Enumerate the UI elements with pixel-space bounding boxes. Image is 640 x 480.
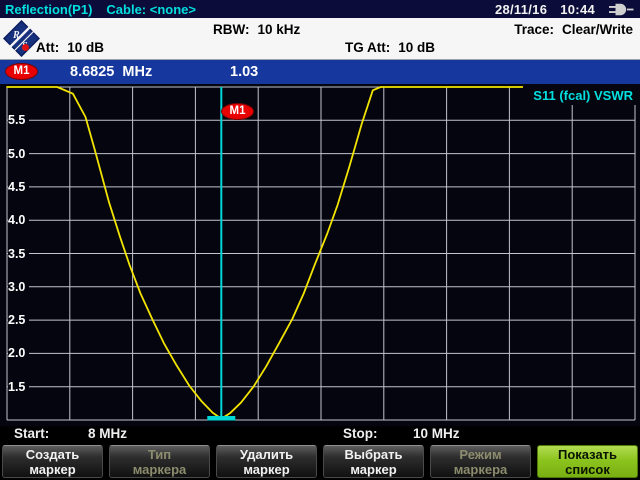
start-value: 8 MHz <box>88 426 128 441</box>
softkey-create-marker[interactable]: Создать маркер <box>2 445 103 478</box>
y-axis-tick-label: 1.5 <box>8 378 30 395</box>
y-axis-tick-label: 2.5 <box>8 312 30 329</box>
softkey-label-line1: Режим <box>459 446 502 462</box>
softkey-marker-type[interactable]: Тип маркера <box>109 445 210 478</box>
start-label: Start: <box>14 426 50 441</box>
measurement-title: Reflection(P1) <box>5 1 93 17</box>
titlebar-right: 28/11/16 10:44 <box>495 2 635 17</box>
softkey-label-line1: Создать <box>25 446 80 462</box>
softkey-select-marker[interactable]: Выбрать маркер <box>323 445 424 478</box>
y-axis-tick-label: 3.0 <box>8 278 30 295</box>
tg-attenuation-setting: TG Att: 10 dB <box>345 40 435 55</box>
softkey-label-line1: Показать <box>557 446 618 462</box>
cable-status: Cable: <none> <box>106 1 196 17</box>
y-axis-tick-label: 4.5 <box>8 178 30 195</box>
marker-value-readout: 1.03 <box>230 64 259 80</box>
att-label: Att: <box>36 40 60 55</box>
stop-value: 10 MHz <box>413 426 460 441</box>
chart-canvas <box>6 86 636 421</box>
y-axis-tick-label: 5.0 <box>8 145 30 162</box>
y-axis-tick-label: 5.5 <box>8 112 30 129</box>
marker-position-tick <box>207 416 236 421</box>
y-axis-tick-label: 2.0 <box>8 345 30 362</box>
rbw-setting: RBW: 10 kHz <box>213 22 300 37</box>
y-axis-tick-label: 4.0 <box>8 212 30 229</box>
marker-name: M1 <box>13 65 30 77</box>
rbw-label: RBW: <box>213 22 250 37</box>
marker-flag-text: M1 <box>229 105 246 117</box>
softkey-label-line2: маркер <box>29 461 76 477</box>
softkey-label-line2: маркер <box>243 461 290 477</box>
softkey-marker-mode[interactable]: Режим маркера <box>430 445 531 478</box>
marker-m1-flag[interactable]: M1 <box>221 103 254 120</box>
trace-setting: Trace: Clear/Write <box>514 22 633 37</box>
tg-att-value: 10 dB <box>398 40 435 55</box>
softkey-label-line1: Удалить <box>239 446 294 462</box>
softkey-label-line2: маркера <box>132 461 187 477</box>
softkey-label-line1: Выбрать <box>344 446 403 462</box>
settings-header: R S RBW: 10 kHz Trace: Clear/Write Att: … <box>0 18 640 60</box>
softkey-bar: Создать маркер Тип маркера Удалить марке… <box>0 443 640 480</box>
softkey-delete-marker[interactable]: Удалить маркер <box>216 445 317 478</box>
y-axis-tick-label: 3.5 <box>8 245 30 262</box>
marker-frequency-readout: 8.6825 MHz <box>70 64 153 80</box>
trace-label: Trace: <box>514 22 554 37</box>
frequency-range-bar: Start: 8 MHz Stop: 10 MHz <box>0 426 640 443</box>
tg-att-label: TG Att: <box>345 40 391 55</box>
marker-m1-badge[interactable]: M1 <box>5 63 38 80</box>
softkey-label-line2: маркера <box>453 461 508 477</box>
att-value: 10 dB <box>67 40 105 55</box>
attenuation-setting: Att: 10 dB <box>22 40 104 55</box>
softkey-label-line2: маркер <box>350 461 397 477</box>
ac-power-plug-icon <box>609 3 634 15</box>
softkey-label-line2: список <box>565 461 610 477</box>
svg-text:R: R <box>12 30 20 41</box>
vswr-chart: 5.5 5.0 4.5 4.0 3.5 3.0 2.5 2.0 1.5 S11 (fcal) V… <box>0 84 640 426</box>
time-label: 10:44 <box>560 1 595 17</box>
softkey-show-list[interactable]: Показать список <box>537 445 638 478</box>
stop-label: Stop: <box>343 426 378 441</box>
red-dot-indicator <box>22 44 29 51</box>
trace-value: Clear/Write <box>561 22 633 37</box>
marker-readout-bar: M1 8.6825 MHz 1.03 <box>0 60 640 84</box>
date-label: 28/11/16 <box>494 1 548 17</box>
title-bar: Reflection(P1) Cable: <none> 28/11/16 10… <box>0 0 640 18</box>
rbw-value: 10 kHz <box>257 22 301 37</box>
trace-mode-label: S11 (fcal) VSWR <box>523 85 636 105</box>
softkey-label-line1: Тип <box>147 446 172 462</box>
